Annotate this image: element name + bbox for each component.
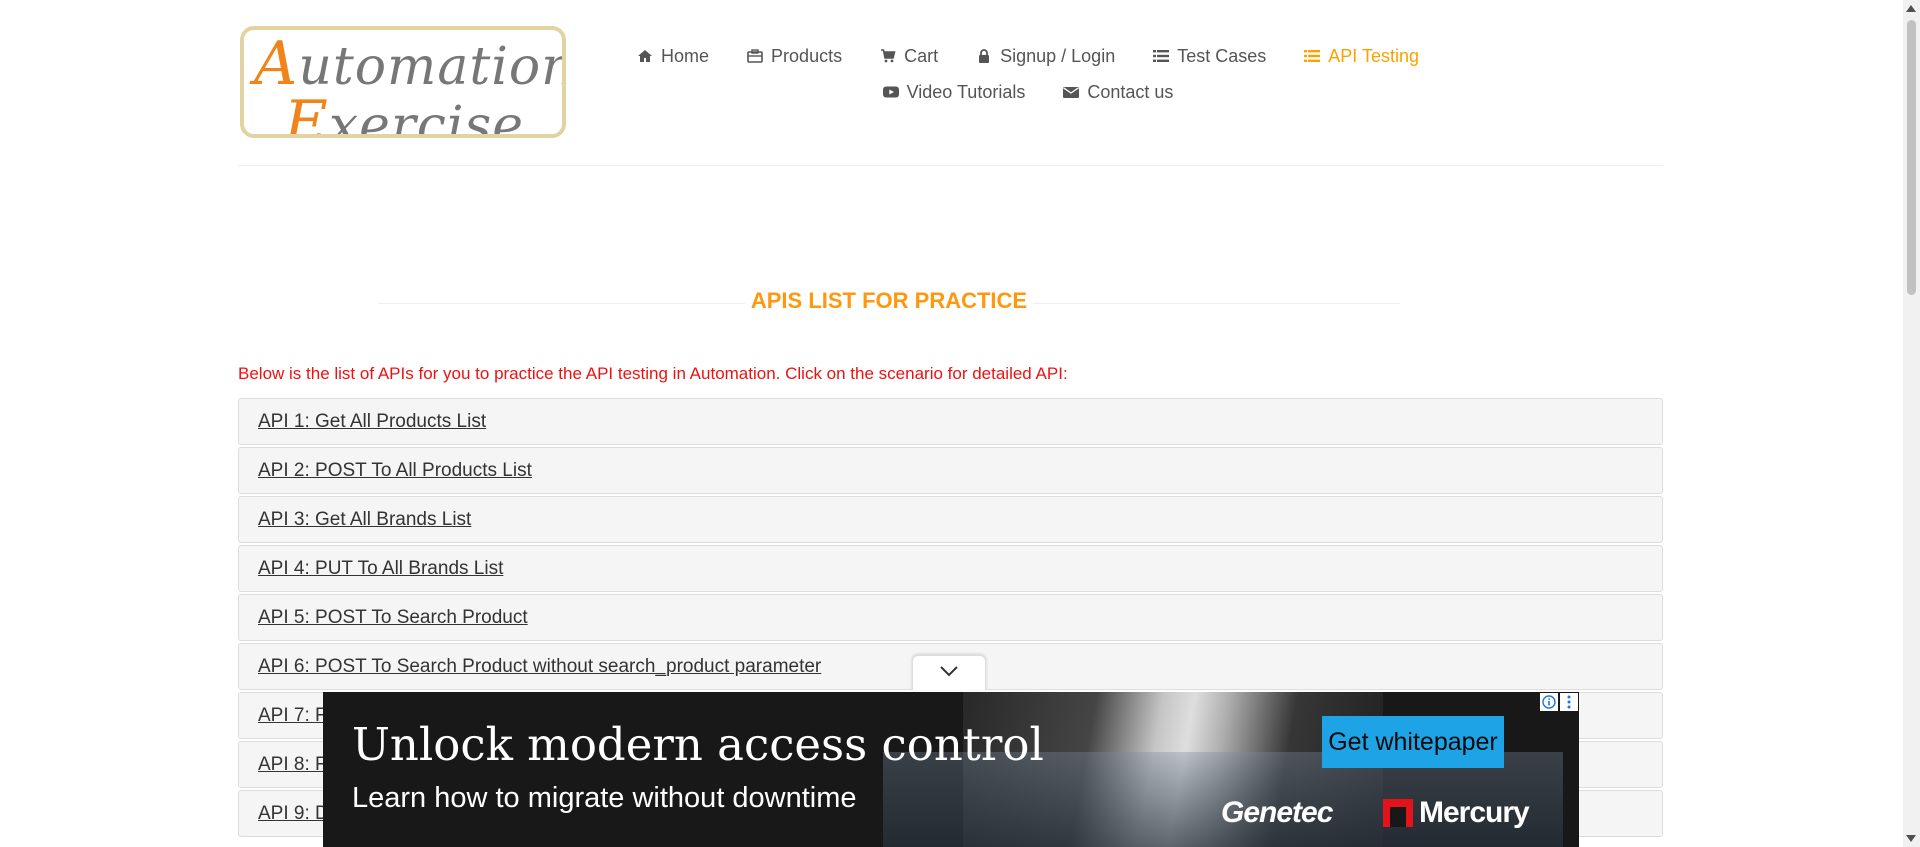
- api-link[interactable]: API 5: POST To Search Product: [258, 607, 528, 629]
- lock-icon: [976, 48, 992, 64]
- nav-row-2: Video Tutorials Contact us: [728, 74, 1328, 110]
- main-nav: Home Products Cart Signup / Login Test C…: [638, 38, 1419, 110]
- logo-word-rest: xercise: [328, 96, 524, 138]
- nav-api-testing-label: API Testing: [1328, 45, 1419, 66]
- ad-cta-button[interactable]: Get whitepaper: [1322, 716, 1504, 768]
- api-list-item[interactable]: API 5: POST To Search Product: [238, 594, 1663, 641]
- nav-products[interactable]: Products: [747, 46, 842, 67]
- ad-brand-genetec: Genetec: [1221, 796, 1333, 829]
- scroll-up-arrow-icon[interactable]: [1906, 5, 1916, 12]
- nav-signup-login-label: Signup / Login: [1000, 45, 1116, 66]
- nav-api-testing[interactable]: API Testing: [1304, 46, 1419, 67]
- nav-home[interactable]: Home: [637, 46, 709, 67]
- api-link[interactable]: API 9: D: [258, 803, 329, 825]
- ad-headline: Unlock modern access control: [352, 718, 1044, 771]
- api-link[interactable]: API 1: Get All Products List: [258, 411, 486, 433]
- page-scrollbar[interactable]: [1903, 0, 1920, 847]
- intro-text: Below is the list of APIs for you to pra…: [238, 364, 1068, 383]
- home-icon: [637, 48, 653, 64]
- nav-row-1: Home Products Cart Signup / Login Test C…: [638, 38, 1419, 74]
- api-link[interactable]: API 8: F: [258, 754, 327, 776]
- list-icon: [1153, 48, 1170, 64]
- nav-cart[interactable]: Cart: [880, 46, 938, 67]
- api-list-item[interactable]: API 3: Get All Brands List: [238, 496, 1663, 543]
- scroll-down-arrow-icon[interactable]: [1906, 835, 1916, 842]
- envelope-icon: [1063, 84, 1080, 100]
- nav-test-cases[interactable]: Test Cases: [1153, 46, 1266, 67]
- api-link[interactable]: API 6: POST To Search Product without se…: [258, 656, 821, 678]
- info-icon[interactable]: [1540, 693, 1558, 711]
- site-logo[interactable]: Automation Exercise: [240, 26, 566, 138]
- chevron-down-icon: [939, 664, 959, 682]
- ad-brand-mercury: Mercury: [1383, 796, 1530, 830]
- nav-products-label: Products: [771, 45, 843, 66]
- nav-home-label: Home: [661, 45, 710, 66]
- advertisement-banner[interactable]: Unlock modern access control Learn how t…: [323, 692, 1579, 847]
- nav-cart-label: Cart: [904, 45, 939, 66]
- youtube-icon: [882, 84, 899, 100]
- api-link[interactable]: API 2: POST To All Products List: [258, 460, 532, 482]
- ad-collapse-toggle[interactable]: [912, 655, 986, 690]
- scrollbar-thumb[interactable]: [1907, 20, 1916, 295]
- api-list-item[interactable]: API 2: POST To All Products List: [238, 447, 1663, 494]
- api-link[interactable]: API 4: PUT To All Brands List: [258, 558, 503, 580]
- nav-contact-us[interactable]: Contact us: [1063, 82, 1173, 103]
- logo-text: Automation Exercise: [254, 34, 566, 138]
- nav-video-tutorials[interactable]: Video Tutorials: [882, 81, 1026, 103]
- page-title: APIS LIST FOR PRACTICE: [744, 288, 1034, 313]
- nav-video-tutorials-label: Video Tutorials: [906, 81, 1026, 102]
- api-list-item[interactable]: API 1: Get All Products List: [238, 398, 1663, 445]
- cart-icon: [880, 48, 896, 64]
- list-icon: [1304, 48, 1321, 64]
- nav-test-cases-label: Test Cases: [1177, 45, 1267, 66]
- api-link[interactable]: API 7: F: [258, 705, 327, 727]
- api-link[interactable]: API 3: Get All Brands List: [258, 509, 471, 531]
- nav-contact-us-label: Contact us: [1087, 81, 1174, 102]
- section-title: APIS LIST FOR PRACTICE: [378, 288, 1400, 318]
- more-vertical-icon[interactable]: [1560, 693, 1578, 711]
- briefcase-icon: [747, 48, 763, 64]
- ad-subline: Learn how to migrate without downtime: [352, 782, 857, 814]
- header-divider: [238, 165, 1663, 166]
- nav-signup-login[interactable]: Signup / Login: [976, 46, 1115, 67]
- api-list-item[interactable]: API 4: PUT To All Brands List: [238, 545, 1663, 592]
- logo-word-rest: utomation: [298, 37, 566, 97]
- ad-brand-mercury-label: Mercury: [1419, 796, 1530, 829]
- logo-letter-e: E: [284, 88, 329, 138]
- mercury-logo-icon: [1383, 799, 1413, 827]
